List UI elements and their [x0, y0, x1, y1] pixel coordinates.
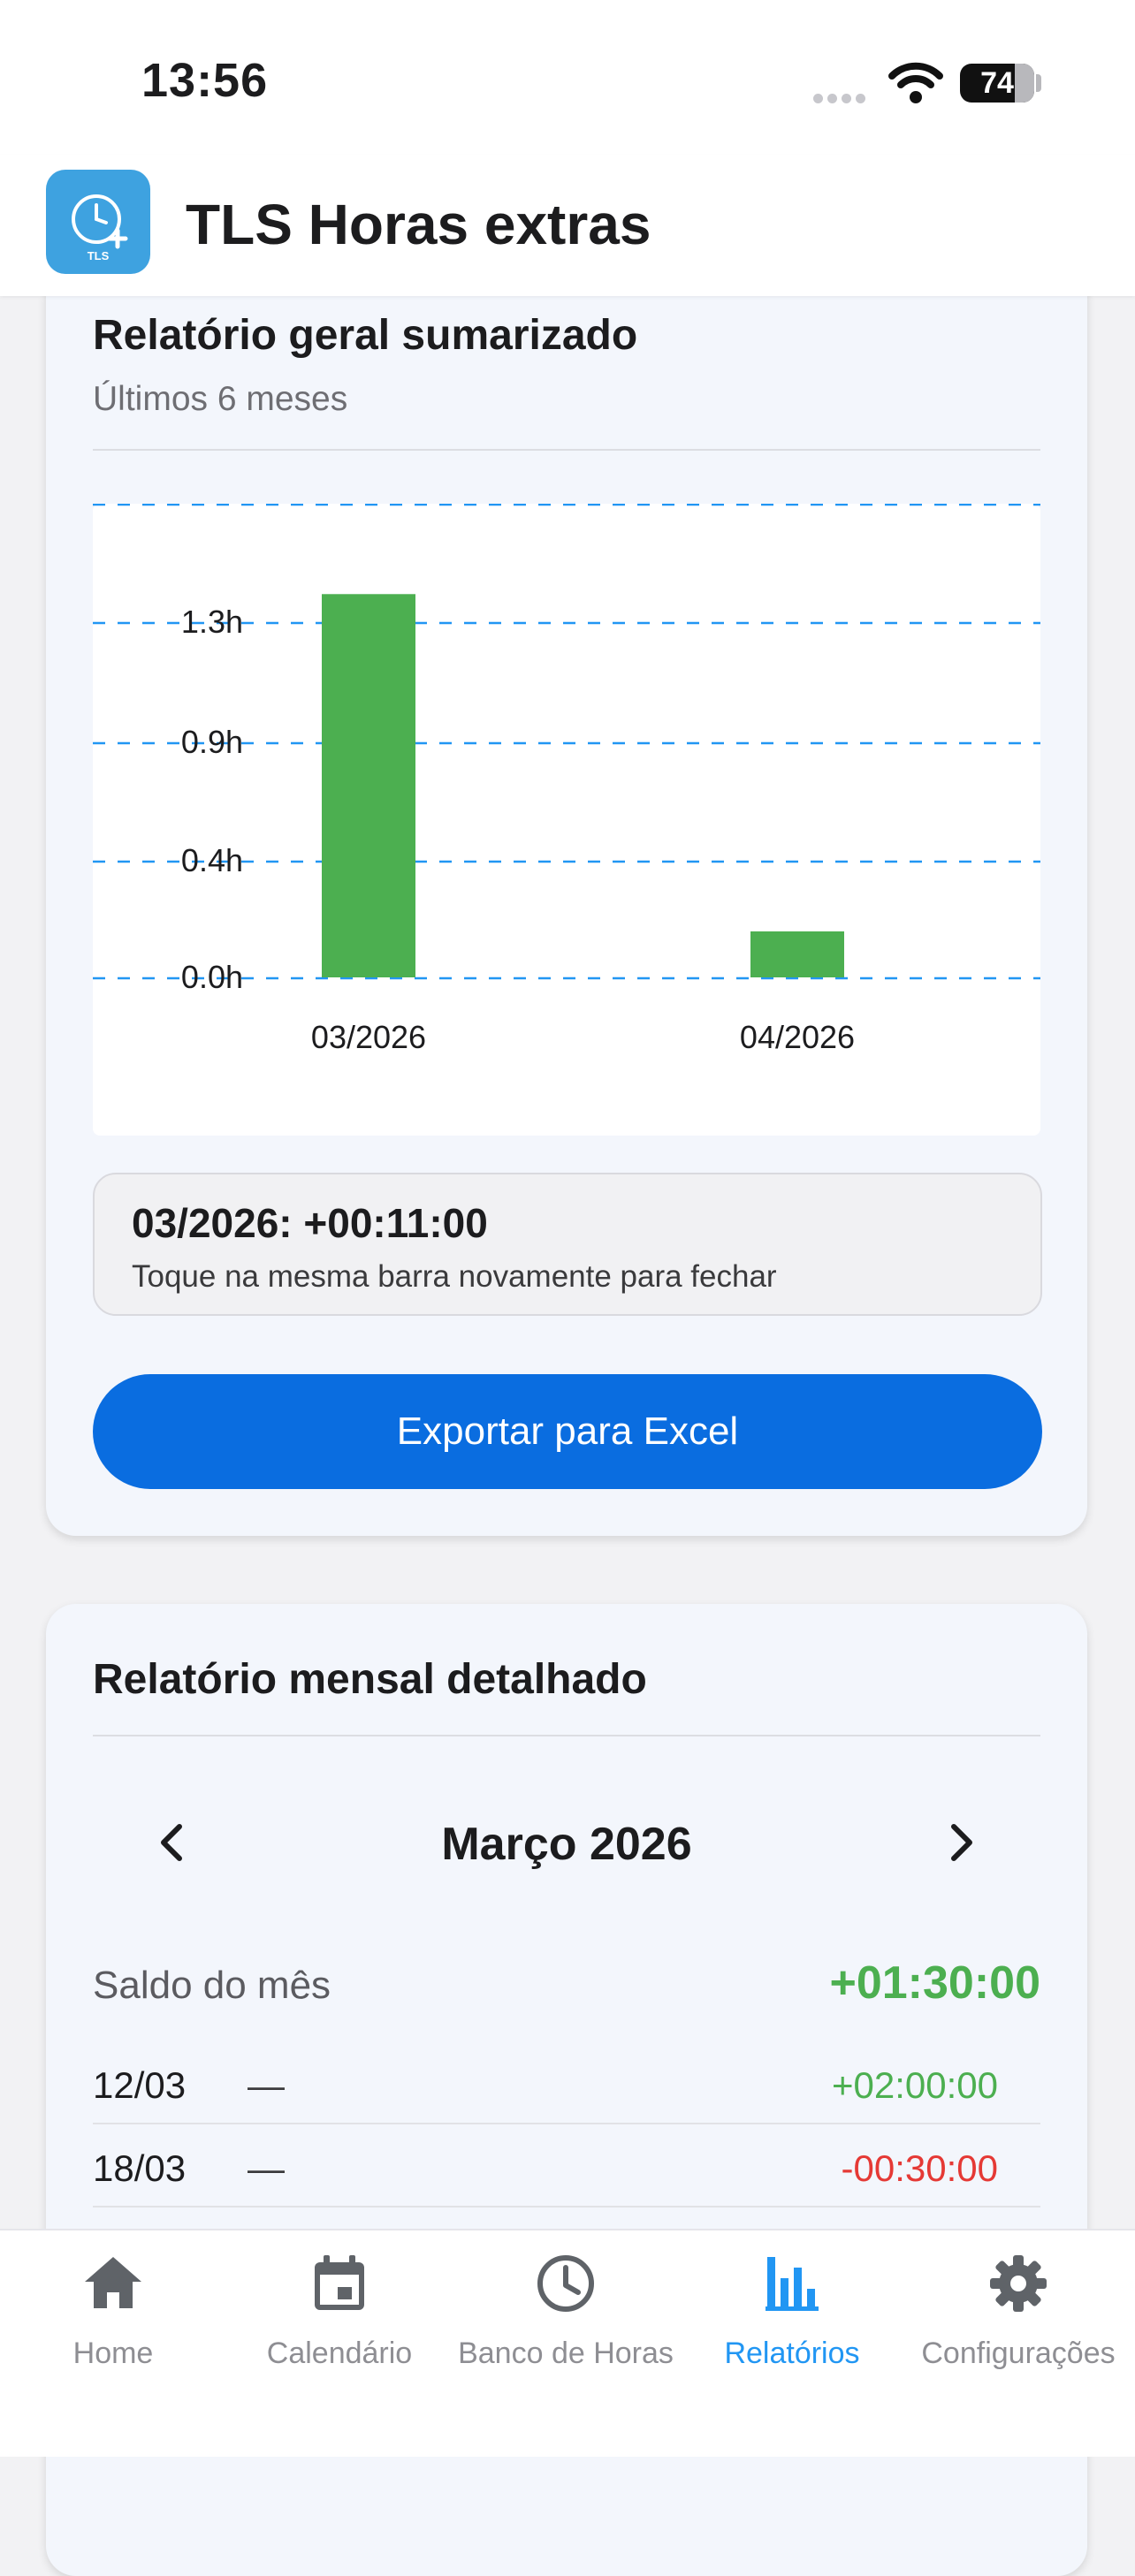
month-navigator: Março 2026 — [93, 1798, 1040, 1887]
bar-tooltip: 03/2026: +00:11:00 Toque na mesma barra … — [93, 1173, 1042, 1316]
home-icon — [85, 2257, 141, 2308]
entry-row[interactable]: 18/03 — -00:30:00 — [93, 2124, 1040, 2207]
month-balance: Saldo do mês +01:30:00 — [93, 1953, 1040, 2024]
chart-bar[interactable] — [750, 931, 844, 977]
wifi-icon — [888, 60, 943, 109]
monthly-title: Relatório mensal detalhado — [93, 1656, 647, 1703]
tooltip-hint: Toque na mesma barra novamente para fech… — [132, 1259, 777, 1294]
bottom-tab-bar: Home Calendário Banco de Horas Relatório… — [0, 2229, 1135, 2457]
battery-icon: 74 — [960, 64, 1034, 103]
entry-amount: +02:00:00 — [831, 2064, 998, 2106]
tab-home[interactable]: Home — [0, 2230, 226, 2407]
summary-divider — [93, 449, 1040, 451]
entry-date: 18/03 — [93, 2147, 187, 2189]
status-bar: 13:56 74 — [0, 0, 1135, 155]
entry-amount: -00:30:00 — [841, 2147, 998, 2189]
tab-label: Home — [72, 2337, 154, 2370]
gear-icon — [990, 2255, 1047, 2312]
tab-label: Calendário — [266, 2337, 413, 2370]
tab-label: Banco de Horas — [458, 2337, 674, 2370]
month-balance-label: Saldo do mês — [93, 1964, 331, 2007]
bar-chart[interactable]: 0.0h 0.4h 0.9h 1.3h 03/2026 04/2026 — [93, 503, 1040, 1136]
cellular-signal-icon — [813, 92, 870, 108]
entry-row[interactable]: 12/03 — +02:00:00 — [93, 2041, 1040, 2124]
tab-settings[interactable]: Configurações — [905, 2230, 1131, 2407]
logo-text: TLS — [87, 249, 110, 262]
status-time: 13:56 — [141, 54, 269, 107]
app-header: TLS TLS Horas extras — [0, 155, 1135, 296]
entry-note: — — [248, 2064, 285, 2106]
app-title: TLS Horas extras — [186, 193, 651, 256]
battery-level: 74 — [980, 66, 1014, 100]
current-month-label: Março 2026 — [441, 1819, 692, 1870]
summary-subtitle: Últimos 6 meses — [93, 380, 348, 418]
summary-chart[interactable]: 0.0h 0.4h 0.9h 1.3h 03/2026 04/2026 — [93, 503, 1040, 1136]
y-tick-label: 0.9h — [181, 724, 243, 760]
battery-tip — [1036, 74, 1041, 92]
tab-calendar[interactable]: Calendário — [226, 2230, 453, 2407]
x-tick-label: 04/2026 — [740, 1019, 855, 1055]
bar-chart-icon — [766, 2257, 819, 2311]
chart-bar[interactable] — [322, 594, 415, 977]
app-logo: TLS — [46, 170, 150, 274]
tab-hours-bank[interactable]: Banco de Horas — [453, 2230, 679, 2407]
y-tick-label: 1.3h — [181, 604, 243, 640]
clock-icon — [537, 2255, 594, 2312]
tab-label: Configurações — [921, 2337, 1116, 2370]
x-tick-label: 03/2026 — [311, 1019, 426, 1055]
chevron-right-icon — [951, 1824, 972, 1861]
summary-report-card: Relatório geral sumarizado Últimos 6 mes… — [46, 265, 1087, 1536]
month-balance-value: +01:30:00 — [829, 1957, 1040, 2009]
tab-reports[interactable]: Relatórios — [679, 2230, 905, 2407]
export-excel-button[interactable]: Exportar para Excel — [93, 1374, 1042, 1489]
entry-note: — — [248, 2147, 285, 2189]
summary-title: Relatório geral sumarizado — [93, 312, 638, 359]
tab-label: Relatórios — [724, 2337, 860, 2370]
calendar-icon — [315, 2255, 364, 2310]
y-tick-label: 0.0h — [181, 959, 243, 995]
tooltip-value: 03/2026: +00:11:00 — [132, 1200, 488, 1246]
next-month-button[interactable] — [926, 1807, 996, 1878]
entry-date: 12/03 — [93, 2064, 187, 2106]
y-tick-label: 0.4h — [181, 842, 243, 878]
monthly-divider — [93, 1735, 1040, 1736]
